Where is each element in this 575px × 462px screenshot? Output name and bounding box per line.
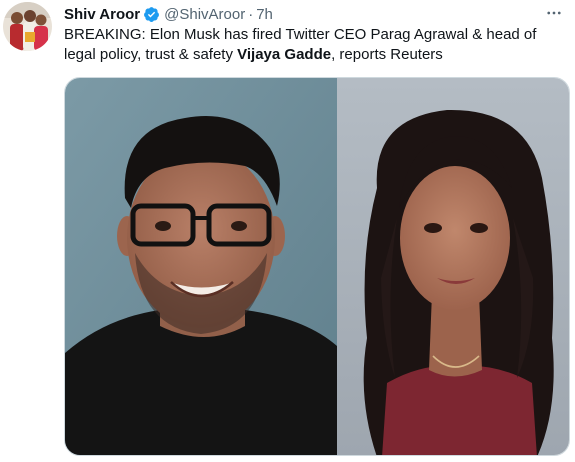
photo-portrait-woman xyxy=(337,78,569,455)
tweet-text-part: , reports Reuters xyxy=(331,46,443,63)
verified-badge-icon xyxy=(143,6,160,23)
tweet-header: Shiv Aroor @ShivAroor · 7h xyxy=(64,4,535,24)
media-photo-left[interactable] xyxy=(65,78,337,455)
author-handle[interactable]: @ShivAroor xyxy=(164,6,245,23)
avatar-image xyxy=(3,2,52,51)
photo-portrait-man xyxy=(65,78,337,455)
media-photo-right[interactable] xyxy=(337,78,569,455)
tweet-text: BREAKING: Elon Musk has fired Twitter CE… xyxy=(64,25,564,65)
tweet-text-mention-bold: Vijaya Gadde xyxy=(237,46,332,63)
tweet-media[interactable] xyxy=(64,77,570,456)
more-options-icon[interactable] xyxy=(543,3,565,23)
tweet[interactable]: Shiv Aroor @ShivAroor · 7h BREAKING: Elo… xyxy=(0,0,575,462)
header-separator: · xyxy=(248,5,254,23)
avatar[interactable] xyxy=(3,2,52,51)
tweet-timestamp[interactable]: 7h xyxy=(256,6,273,23)
author-display-name[interactable]: Shiv Aroor xyxy=(64,6,140,23)
